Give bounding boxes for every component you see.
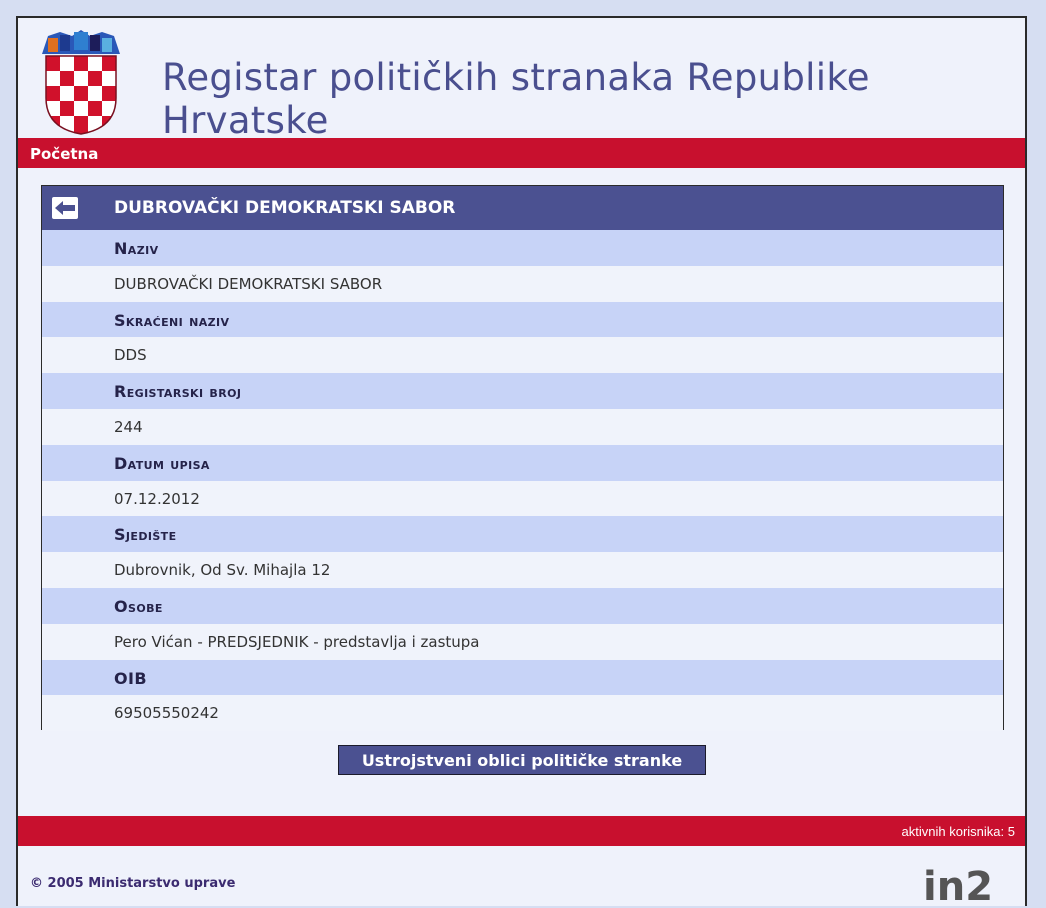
field-value: Pero Vićan - PREDSJEDNIK - predstavlja i… [114, 632, 480, 651]
field-label: OIB [114, 668, 147, 688]
field-label-row: Registarski broj [42, 373, 1003, 409]
croatian-coat-of-arms-icon [42, 30, 120, 135]
nav-home-link[interactable]: Početna [30, 145, 98, 163]
field-value-row: 244 [42, 408, 1003, 445]
field-label-row: Sjedište [42, 516, 1003, 553]
field-value: DDS [114, 346, 147, 365]
party-org-forms-button[interactable]: Ustrojstveni oblici političke stranke [338, 745, 706, 775]
field-value: 07.12.2012 [114, 489, 200, 508]
active-users-count: aktivnih korisnika: 5 [901, 824, 1015, 839]
party-detail-panel: DUBROVAČKI DEMOKRATSKI SABOR Naziv DUBRO… [41, 185, 1004, 732]
field-value: 244 [114, 417, 143, 436]
field-label-row: Skraćeni naziv [42, 301, 1003, 338]
page-frame: Registar političkih stranaka Republike H… [16, 16, 1027, 906]
field-value-row: DDS [42, 337, 1003, 374]
field-label: Skraćeni naziv [114, 310, 230, 330]
field-value-row: DUBROVAČKI DEMOKRATSKI SABOR [42, 265, 1003, 302]
party-name-heading: DUBROVAČKI DEMOKRATSKI SABOR [114, 198, 456, 218]
field-label-row: Datum upisa [42, 444, 1003, 481]
field-label: Osobe [114, 596, 163, 616]
detail-header: DUBROVAČKI DEMOKRATSKI SABOR [42, 186, 1003, 230]
field-label: Registarski broj [114, 382, 242, 402]
site-footer: © 2005 Ministarstvo uprave in2 [18, 846, 1025, 908]
field-value: DUBROVAČKI DEMOKRATSKI SABOR [114, 274, 383, 293]
nav-bar: Početna [18, 138, 1025, 168]
field-value-row: Pero Vićan - PREDSJEDNIK - predstavlja i… [42, 623, 1003, 660]
status-bar: aktivnih korisnika: 5 [18, 816, 1025, 846]
field-value-row: Dubrovnik, Od Sv. Mihajla 12 [42, 552, 1003, 588]
svg-text:in2: in2 [923, 866, 993, 904]
field-label: Sjedište [114, 525, 177, 545]
in2-logo: in2 [923, 866, 993, 904]
back-button[interactable] [52, 197, 78, 219]
site-header: Registar političkih stranaka Republike H… [18, 18, 1025, 142]
field-value: 69505550242 [114, 704, 219, 723]
field-value-row: 69505550242 [42, 695, 1003, 732]
field-label: Datum upisa [114, 453, 210, 473]
field-label-row: OIB [42, 659, 1003, 696]
field-value: Dubrovnik, Od Sv. Mihajla 12 [114, 561, 331, 580]
site-title: Registar političkih stranaka Republike H… [162, 56, 870, 142]
field-value-row: 07.12.2012 [42, 480, 1003, 517]
copyright-text: © 2005 Ministarstvo uprave [30, 876, 236, 891]
arrow-left-icon [55, 201, 75, 215]
field-label-row: Osobe [42, 587, 1003, 624]
field-label: Naziv [114, 239, 159, 258]
field-label-row: Naziv [42, 230, 1003, 266]
